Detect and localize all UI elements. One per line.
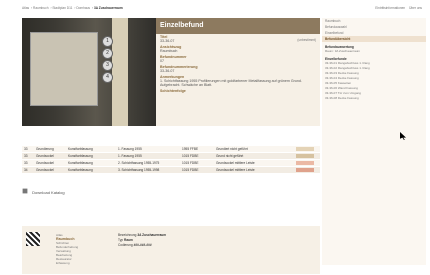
cell-note: Grund nicht geführt xyxy=(216,154,244,158)
color-swatch xyxy=(296,147,314,151)
photo-label-4: 4 xyxy=(102,72,113,83)
sidebar-list-item[interactable]: 33-36-08 Decke Fassung xyxy=(322,96,426,101)
field-title-value: 33-36-07 xyxy=(160,39,175,43)
field-befundnummer-value: 07 xyxy=(160,59,164,63)
cell-type: Kunstfarbfassung xyxy=(68,161,93,165)
download-icon xyxy=(22,188,28,194)
layer-table: 33 Grundierung Kunstfarbfassung 1. Fassu… xyxy=(22,146,320,174)
page: Atlas › Raumbuch › Stadtplan D11 › Domhaus ›… xyxy=(0,0,430,275)
cell-number: 33 xyxy=(24,161,28,165)
field-befundnummerierung: Befundnummerierung 33-36-07 xyxy=(156,64,320,74)
meta-label: Typ xyxy=(118,238,124,242)
detail-panel: Einzelbefund (unbestimmt) Titel 33-36-07… xyxy=(156,18,320,126)
link-eintritt[interactable]: Eintrittsinformationen xyxy=(375,6,405,10)
cell-code: 1015 FDBE xyxy=(182,161,199,165)
brand-line: Erfassung xyxy=(56,261,70,265)
meta-row: Typ Raum xyxy=(118,238,166,242)
field-befundnummer: Befundnummer 07 xyxy=(156,54,320,64)
meta-label: Codierung xyxy=(118,243,133,247)
meta-row: Codierung ###-###-### xyxy=(118,243,166,247)
color-swatch xyxy=(296,161,314,165)
meta-value: ###-###-### xyxy=(133,243,152,247)
photo-beam xyxy=(112,18,128,126)
sidebar-section-title: Befundauswertung xyxy=(325,45,354,49)
cell-code: 1955 FFBE xyxy=(182,147,199,151)
field-ansichtszug-value: Raumbuch xyxy=(160,49,178,53)
photo-label-3: 3 xyxy=(102,60,113,71)
cell-number: 33 xyxy=(24,154,28,158)
breadcrumb-item-stadtplan[interactable]: Stadtplan D11 xyxy=(52,6,72,10)
table-row[interactable]: 33 Grundsockel Kunstfarbfassung 2. Schic… xyxy=(22,160,320,167)
photo-label-2: 2 xyxy=(102,48,113,59)
field-title: Titel 33-36-07 xyxy=(156,34,320,44)
color-swatch xyxy=(296,154,314,158)
top-links: Eintrittsinformationen Über uns xyxy=(372,6,422,10)
breadcrumb-item-atlas[interactable]: Atlas xyxy=(22,6,29,10)
meta-row: Bezeichnung 3A Zuschauerraum xyxy=(118,233,166,237)
detail-unbestimmt: (unbestimmt) xyxy=(297,38,316,42)
cell-phase: 3. Schichtfassung 1955-1998 xyxy=(118,168,160,172)
breadcrumb: Atlas › Raumbuch › Stadtplan D11 › Domhaus ›… xyxy=(22,6,422,10)
meta-value: 3A Zuschauerraum xyxy=(137,233,167,237)
cell-code: 1015 FDBE xyxy=(182,168,199,172)
field-anmerkungen-value: 1. Schichtfassung 1955 Profilierungen mi… xyxy=(160,79,302,87)
footer: Atlas Raumbuch Schichten Befunderhebung … xyxy=(22,226,320,274)
cell-layer: Grundsockel xyxy=(36,168,54,172)
detail-title: Einzelbefund xyxy=(156,18,320,34)
cell-number: 33 xyxy=(24,147,28,151)
cell-layer: Grundsockel xyxy=(36,154,54,158)
breadcrumb-item-domhaus[interactable]: Domhaus xyxy=(76,6,90,10)
cell-phase: 2. Schichtfassung 1955-1975 xyxy=(118,161,160,165)
meta-label: Bezeichnung xyxy=(118,233,137,237)
cell-note: Grundiert nicht geführt xyxy=(216,147,248,151)
breadcrumb-item-current: 3A Zuschauerraum xyxy=(93,6,123,10)
meta-value: Raum xyxy=(124,238,133,242)
footer-meta: Bezeichnung 3A Zuschauerraum Typ Raum Co… xyxy=(118,233,166,248)
table-row[interactable]: 33 Grundierung Kunstfarbfassung 1. Fassu… xyxy=(22,146,320,153)
cell-type: Kunstfarbfassung xyxy=(68,168,93,172)
cell-phase: 1. Fassung 1955 xyxy=(118,154,142,158)
brand: Atlas Raumbuch Schichten Befunderhebung … xyxy=(56,233,78,265)
field-befundnummerierung-value: 33-36-07 xyxy=(160,69,175,73)
field-ansichtszug: Ansichtszug Raumbuch xyxy=(156,44,320,54)
breadcrumb-item-raumbuch[interactable]: Raumbuch xyxy=(33,6,48,10)
field-anmerkungen: Anmerkungen 1. Schichtfassung 1955 Profi… xyxy=(156,74,320,88)
cell-layer: Grundierung xyxy=(36,147,54,151)
field-schichtenfolge-label: Schichtenfolge xyxy=(160,89,186,93)
download-label: Download Katalog xyxy=(32,190,65,195)
cell-note: Grundsockel mittlere Leiste xyxy=(216,168,255,172)
photo[interactable]: 1 2 3 4 xyxy=(22,18,156,126)
link-ueber[interactable]: Über uns xyxy=(409,6,422,10)
sidebar-list-title: Einzelbefunde xyxy=(325,57,347,61)
sidebar: Raumbuch Befundauswahl Einzelbefund Befu… xyxy=(322,18,426,265)
cell-layer: Grundsockel xyxy=(36,161,54,165)
color-swatch xyxy=(296,168,314,172)
cell-number: 34 xyxy=(24,168,28,172)
table-row[interactable]: 33 Grundsockel Kunstfarbfassung 1. Fassu… xyxy=(22,153,320,160)
photo-label-1: 1 xyxy=(102,36,113,47)
cell-code: 1015 FDBE xyxy=(182,154,199,158)
color-card xyxy=(30,32,98,106)
brand-logo xyxy=(26,232,40,246)
field-schichtenfolge: Schichtenfolge xyxy=(156,88,320,94)
cell-note: Grundsockel mittlere Leiste xyxy=(216,161,255,165)
cell-phase: 1. Fassung 1955 xyxy=(118,147,142,151)
cell-type: Kunstfarbfassung xyxy=(68,154,93,158)
download-catalog[interactable]: Download Katalog xyxy=(22,188,65,195)
table-row[interactable]: 34 Grundsockel Kunstfarbfassung 3. Schic… xyxy=(22,167,320,174)
cell-type: Kunstfarbfassung xyxy=(68,147,93,151)
